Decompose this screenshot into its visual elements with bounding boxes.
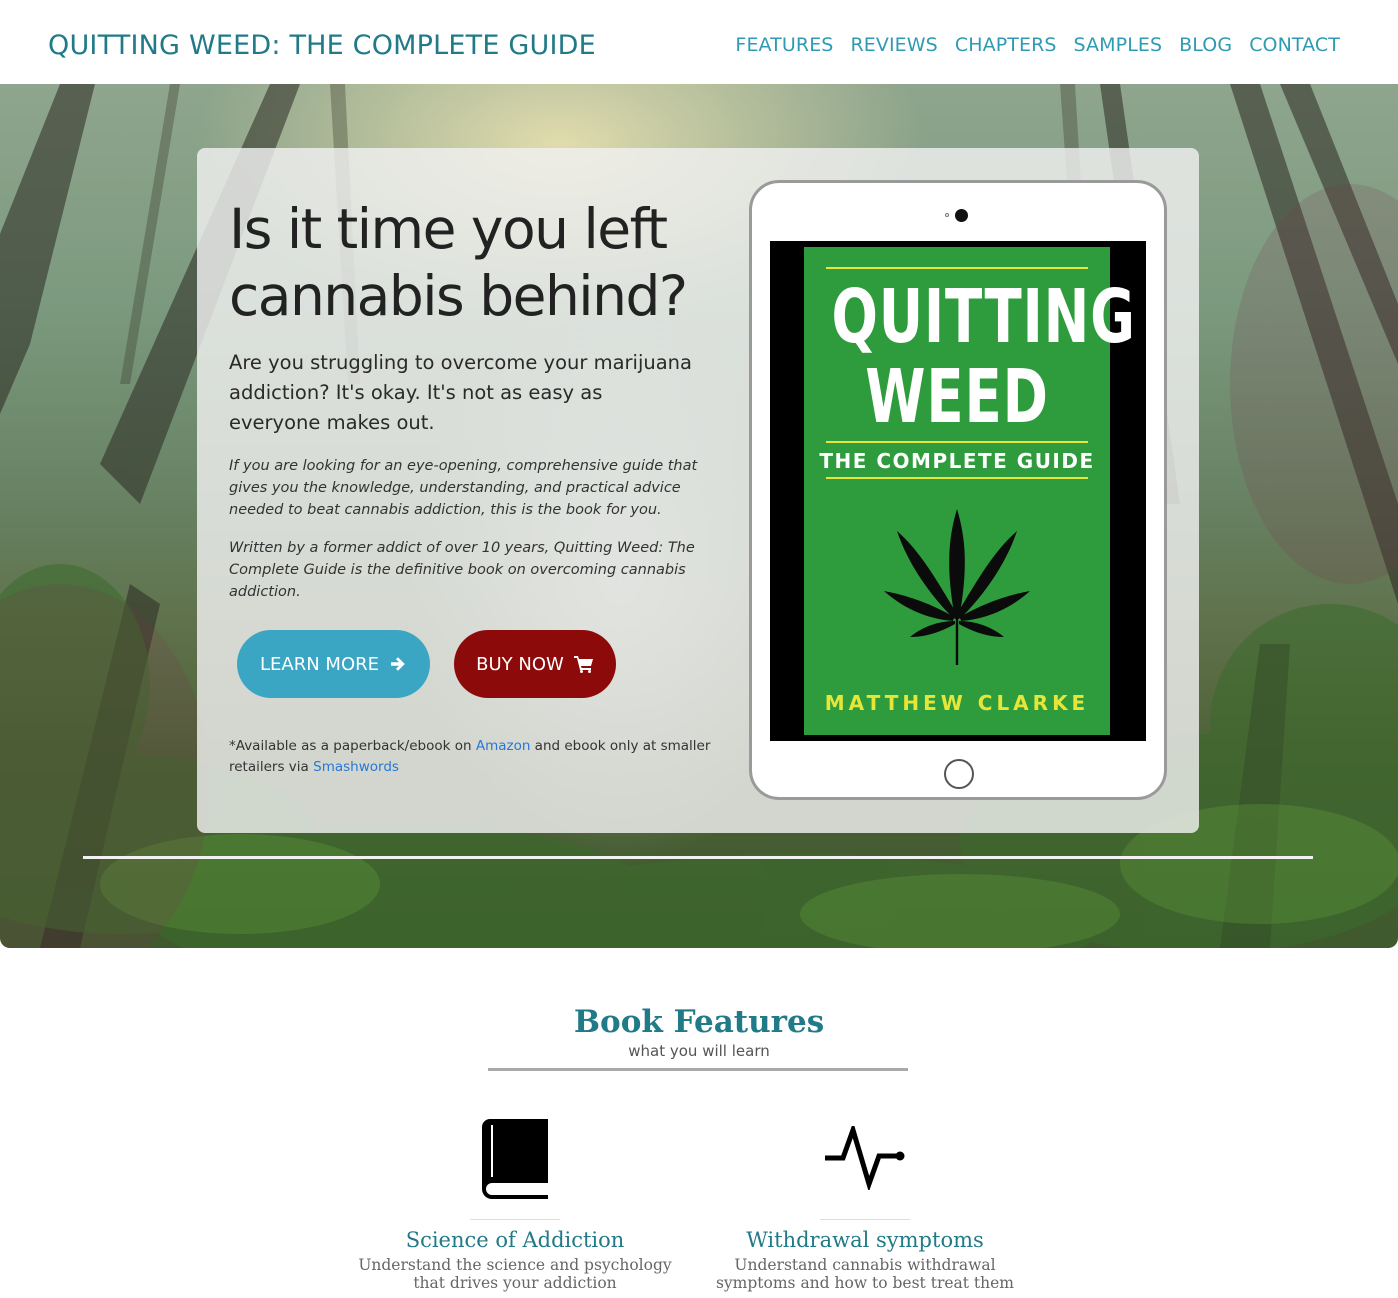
nav-features[interactable]: FEATURES <box>735 34 833 56</box>
feature-divider <box>470 1219 560 1220</box>
cover-author: MATTHEW CLARKE <box>824 691 1090 715</box>
cover-rule-top <box>826 267 1088 269</box>
cover-title-line1: QUITTING <box>831 274 1136 360</box>
nav-samples[interactable]: SAMPLES <box>1074 34 1163 56</box>
learn-more-button[interactable]: LEARN MORE <box>237 630 430 698</box>
hero-description: If you are looking for an eye-opening, c… <box>229 458 698 518</box>
feature-icon-wrap <box>355 1110 675 1205</box>
feature-icon-wrap <box>705 1110 1025 1205</box>
nav-chapters[interactable]: CHAPTERS <box>955 34 1057 56</box>
brand-link[interactable]: QUITTING WEED: THE COMPLETE GUIDE <box>48 30 596 61</box>
nav-blog[interactable]: BLOG <box>1179 34 1232 56</box>
book-icon <box>482 1118 548 1199</box>
cover-rule-bottom <box>826 477 1088 479</box>
availability-prefix: *Available as a paperback/ebook on <box>229 738 476 754</box>
features-title: Book Features <box>573 1004 825 1040</box>
cannabis-leaf-icon <box>884 509 1030 665</box>
amazon-link[interactable]: Amazon <box>476 738 531 754</box>
pulse-icon <box>825 1125 905 1190</box>
buy-now-label: BUY NOW <box>476 653 564 675</box>
feature-title: Withdrawal symptoms <box>746 1228 984 1252</box>
nav-contact[interactable]: CONTACT <box>1249 34 1340 56</box>
features-subtitle: what you will learn <box>628 1042 770 1060</box>
hero-author-note: Written by a former addict of over 10 ye… <box>229 540 695 600</box>
cart-icon <box>573 656 593 673</box>
feature-description: Understand the science and psychology th… <box>358 1256 672 1292</box>
book-cover: QUITTING WEED THE COMPLETE GUIDE MATTHEW… <box>804 247 1136 735</box>
feature-withdrawal-symptoms: Withdrawal symptoms Understand cannabis … <box>705 1110 1025 1292</box>
tablet-mockup: QUITTING WEED THE COMPLETE GUIDE MATTHEW… <box>749 180 1167 800</box>
buy-now-button[interactable]: BUY NOW <box>454 630 616 698</box>
tablet-camera <box>955 209 968 222</box>
smashwords-link[interactable]: Smashwords <box>313 759 399 775</box>
tablet-home-button <box>944 759 974 789</box>
cover-rule-middle <box>826 441 1088 443</box>
hero-section: Is it time you left cannabis behind? Are… <box>0 84 1398 948</box>
learn-more-label: LEARN MORE <box>260 653 379 675</box>
cover-subtitle: THE COMPLETE GUIDE <box>819 449 1095 473</box>
feature-divider <box>820 1219 910 1220</box>
feature-description: Understand cannabis withdrawal symptoms … <box>715 1256 1015 1292</box>
tablet-screen: QUITTING WEED THE COMPLETE GUIDE MATTHEW… <box>770 241 1146 741</box>
nav-reviews[interactable]: REVIEWS <box>850 34 937 56</box>
hero-divider <box>83 856 1313 859</box>
tablet-sensor <box>945 213 949 217</box>
navbar: QUITTING WEED: THE COMPLETE GUIDE FEATUR… <box>0 0 1398 84</box>
hero-lead: Are you struggling to overcome your mari… <box>229 351 692 434</box>
main-nav: FEATURES REVIEWS CHAPTERS SAMPLES BLOG C… <box>735 34 1340 56</box>
hero-panel: Is it time you left cannabis behind? Are… <box>197 148 1199 833</box>
features-divider <box>488 1068 908 1071</box>
hero-title: Is it time you left cannabis behind? <box>229 197 688 328</box>
cover-title-line2: WEED <box>865 354 1049 440</box>
availability-note: *Available as a paperback/ebook on Amazo… <box>229 736 729 778</box>
arrow-right-icon <box>391 657 405 671</box>
feature-title: Science of Addiction <box>405 1228 625 1252</box>
feature-science-of-addiction: Science of Addiction Understand the scie… <box>355 1110 675 1292</box>
